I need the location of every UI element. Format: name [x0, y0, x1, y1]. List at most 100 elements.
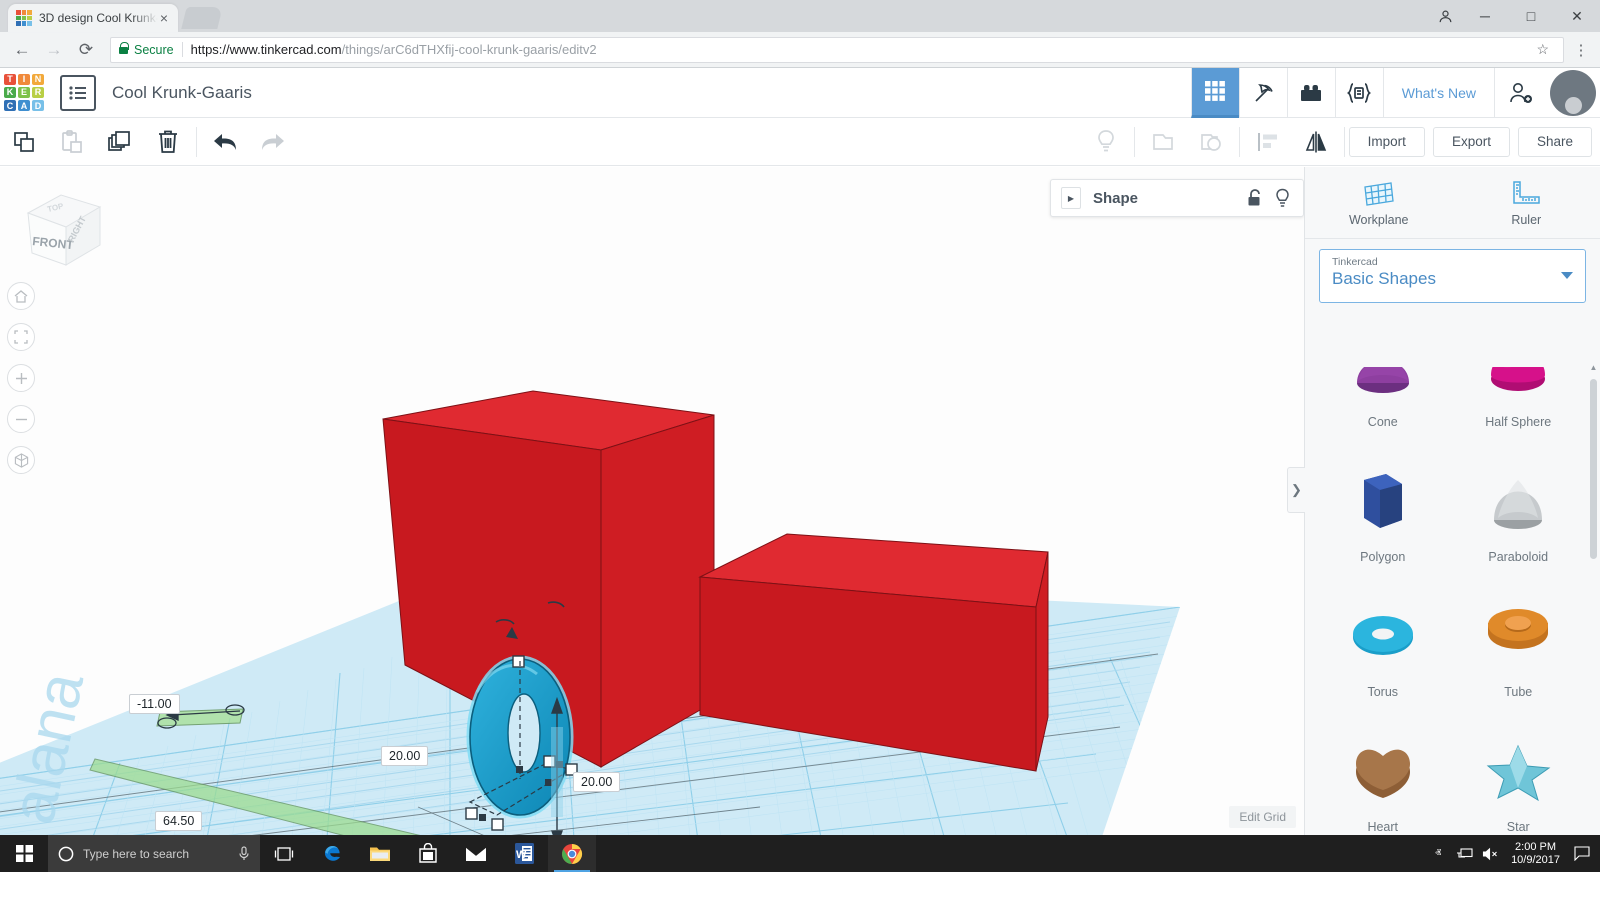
minimize-button[interactable]: ─: [1462, 0, 1508, 32]
fit-to-view-button[interactable]: [7, 323, 35, 351]
export-button[interactable]: Export: [1432, 126, 1510, 157]
chrome-icon[interactable]: [548, 835, 596, 872]
clock-time: 2:00 PM: [1515, 840, 1557, 853]
toolbar-divider-2: [1133, 126, 1135, 157]
close-tab-button[interactable]: ×: [158, 11, 170, 25]
shape-panel-title: Shape: [1093, 189, 1139, 207]
shape-properties-panel[interactable]: ▶ Shape: [1050, 179, 1304, 217]
browser-tab[interactable]: 3D design Cool Krunk-G ×: [8, 4, 178, 32]
clock-date: 10/9/2017: [1511, 853, 1560, 866]
action-center-icon[interactable]: [1568, 846, 1596, 861]
shape-library-select[interactable]: Tinkercad Basic Shapes: [1319, 249, 1586, 303]
shape-panel-collapse-arrow[interactable]: ▶: [1061, 187, 1081, 209]
search-input[interactable]: Type here to search: [48, 835, 260, 872]
import-button[interactable]: Import: [1348, 126, 1425, 157]
pickaxe-minecraft-icon[interactable]: [1238, 67, 1287, 118]
window-controls: ─ □ ✕: [1428, 0, 1600, 32]
word-icon[interactable]: W: [500, 835, 548, 872]
perspective-toggle-button[interactable]: [7, 446, 35, 474]
shape-depth-label[interactable]: 20.00: [573, 772, 621, 792]
reload-icon[interactable]: ⟳: [72, 36, 100, 64]
scroll-up-arrow[interactable]: ▲: [1589, 363, 1598, 372]
shape-library-value: Basic Shapes: [1332, 269, 1436, 288]
design-canvas[interactable]: alana FRONT RIGHT TOP ▶ Shape -11.00 20.…: [0, 167, 1304, 872]
ruler-offset-x-label[interactable]: -11.00: [129, 694, 180, 714]
address-bar[interactable]: Secure https://www.tinkercad.com/things/…: [110, 36, 1564, 63]
windows-start-icon[interactable]: [0, 835, 48, 872]
shapes-scrollbar[interactable]: ▲ ▼: [1589, 363, 1598, 868]
lego-brick-icon[interactable]: [1286, 67, 1335, 118]
group-icon: [1139, 118, 1187, 166]
shapes-row: Cone Half Sphere: [1315, 367, 1586, 450]
user-avatar[interactable]: [1550, 69, 1596, 116]
shape-item-tube[interactable]: Tube: [1451, 585, 1587, 720]
shapes-row: Torus Tube: [1315, 585, 1586, 720]
zoom-out-button[interactable]: [7, 405, 35, 433]
edit-grid-button[interactable]: Edit Grid: [1229, 806, 1296, 828]
network-icon[interactable]: [1451, 847, 1477, 861]
share-button[interactable]: Share: [1517, 126, 1592, 157]
shape-item-paraboloid[interactable]: Paraboloid: [1451, 450, 1587, 585]
shape-width-label[interactable]: 20.00: [381, 746, 429, 766]
microsoft-store-icon[interactable]: [404, 835, 452, 872]
ruler-length-label[interactable]: 64.50: [155, 811, 203, 831]
shape-item-cone[interactable]: Cone: [1315, 367, 1451, 450]
mail-icon[interactable]: [452, 835, 500, 872]
lightbulb-icon[interactable]: [1274, 188, 1291, 209]
new-tab-button[interactable]: [181, 7, 223, 29]
view-cube[interactable]: FRONT RIGHT TOP: [16, 181, 108, 271]
taskbar-clock[interactable]: 2:00 PM 10/9/2017: [1503, 841, 1568, 867]
duplicate-icon[interactable]: [96, 118, 144, 166]
blocks-grid-icon[interactable]: [1190, 67, 1239, 118]
ruler-tool-label: Ruler: [1511, 212, 1542, 227]
handle-top: [512, 655, 525, 668]
close-window-button[interactable]: ✕: [1554, 0, 1600, 32]
invite-person-icon[interactable]: [1494, 67, 1546, 118]
tinkercad-logo[interactable]: T I N K E R C A D: [2, 72, 46, 114]
unlock-icon[interactable]: [1246, 188, 1264, 208]
ruler-icon: [1513, 180, 1540, 204]
browser-tab-strip: 3D design Cool Krunk-G × ─ □ ✕: [0, 0, 1600, 32]
list-menu-icon[interactable]: [60, 74, 96, 111]
zoom-in-button[interactable]: [7, 364, 35, 392]
volume-muted-icon[interactable]: [1477, 847, 1503, 861]
omnibox-divider: [181, 42, 183, 57]
toolbar-divider-3: [1238, 126, 1240, 157]
task-view-icon[interactable]: [260, 835, 308, 872]
shape-item-polygon[interactable]: Polygon: [1315, 450, 1451, 585]
scrollbar-thumb[interactable]: [1590, 379, 1597, 559]
edge-browser-icon[interactable]: [308, 835, 356, 872]
browser-omnibar: ← → ⟳ Secure https://www.tinkercad.com/t…: [0, 32, 1600, 68]
codeblocks-icon[interactable]: [1334, 67, 1383, 118]
tray-chevron-icon[interactable]: ⱏ: [1425, 846, 1451, 861]
whats-new-link[interactable]: What's New: [1382, 67, 1494, 118]
maximize-button[interactable]: □: [1508, 0, 1554, 32]
back-icon[interactable]: ←: [8, 36, 36, 64]
workplane-scene[interactable]: alana: [0, 167, 1304, 872]
hint-lightbulb-icon: [1082, 118, 1130, 166]
sidebar-collapse-handle[interactable]: ❯: [1287, 467, 1305, 513]
copy-icon[interactable]: [0, 118, 48, 166]
undo-icon[interactable]: [201, 118, 249, 166]
shape-label-torus: Torus: [1367, 685, 1399, 699]
chrome-menu-icon[interactable]: ⋮: [1570, 41, 1592, 59]
shape-item-torus[interactable]: Torus: [1315, 585, 1451, 720]
mirror-icon[interactable]: [1292, 118, 1340, 166]
chevron-down-icon[interactable]: [1561, 272, 1573, 279]
shape-label-polygon: Polygon: [1360, 550, 1406, 564]
secure-label: Secure: [134, 42, 174, 57]
home-view-button[interactable]: [7, 282, 35, 310]
shapes-grid[interactable]: Cone Half Sphere Polygon Paraboloid Toru…: [1315, 367, 1586, 872]
workplane-tool[interactable]: Workplane: [1305, 167, 1453, 238]
delete-trash-icon[interactable]: [144, 118, 192, 166]
url-path: /things/arC6dTHXfij-cool-krunk-gaaris/ed…: [341, 42, 597, 57]
file-explorer-icon[interactable]: [356, 835, 404, 872]
shape-label-tube: Tube: [1504, 685, 1533, 699]
shape-label-star: Star: [1506, 820, 1530, 834]
toolbar-divider-4: [1343, 126, 1345, 157]
ruler-tool[interactable]: Ruler: [1453, 167, 1600, 238]
shape-item-half-sphere[interactable]: Half Sphere: [1451, 367, 1587, 450]
page-title[interactable]: Cool Krunk-Gaaris: [112, 83, 252, 103]
bookmark-star-icon[interactable]: ☆: [1536, 41, 1549, 58]
profile-icon[interactable]: [1428, 0, 1462, 32]
